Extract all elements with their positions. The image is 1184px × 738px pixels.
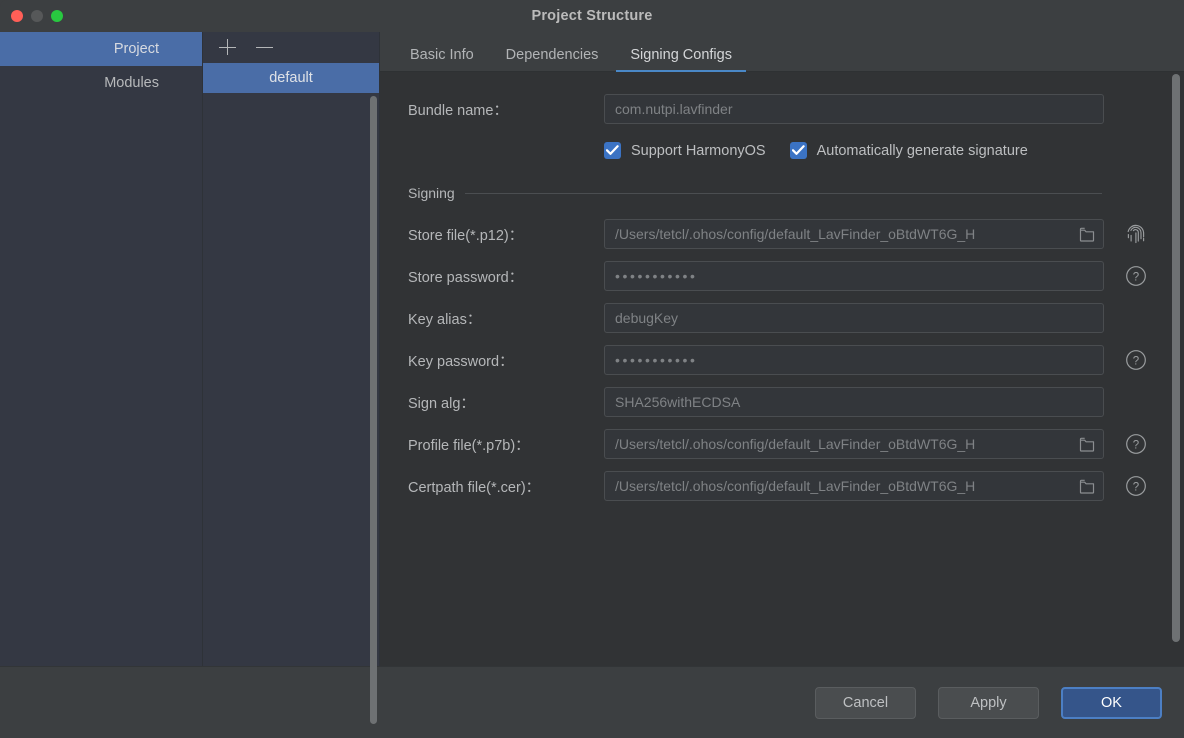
sign-alg-row: Sign alg： SHA256withECDSA [380, 387, 1184, 417]
minimize-button[interactable] [31, 10, 43, 22]
help-icon[interactable]: ? [1125, 349, 1147, 371]
certpath-file-value: /Users/tetcl/.ohos/config/default_LavFin… [615, 478, 1075, 494]
certpath-file-label: Certpath file(*.cer)： [408, 476, 604, 497]
store-file-value: /Users/tetcl/.ohos/config/default_LavFin… [615, 226, 1075, 242]
store-password-input[interactable]: ••••••••••• [604, 261, 1104, 291]
bundle-name-label: Bundle name： [408, 99, 604, 120]
bundle-name-input[interactable]: com.nutpi.lavfinder [604, 94, 1104, 124]
window-controls [11, 10, 63, 22]
key-alias-label: Key alias： [408, 308, 604, 329]
sidebar-item-label: Project [114, 41, 159, 57]
help-icon[interactable]: ? [1125, 475, 1147, 497]
key-password-value: ••••••••••• [615, 352, 698, 368]
key-password-row: Key password： ••••••••••• ? [380, 345, 1184, 375]
list-item[interactable]: default [203, 63, 379, 93]
apply-button[interactable]: Apply [938, 687, 1039, 719]
sidebar-item-project[interactable]: Project [0, 32, 202, 66]
sign-alg-label: Sign alg： [408, 392, 604, 413]
config-list-scrollbar[interactable] [370, 96, 377, 724]
store-file-label: Store file(*.p12)： [408, 224, 604, 245]
profile-file-label: Profile file(*.p7b)： [408, 434, 604, 455]
key-password-label: Key password： [408, 350, 604, 371]
sign-alg-value: SHA256withECDSA [615, 394, 1095, 410]
checkmark-icon [604, 142, 621, 159]
checkbox-label: Support HarmonyOS [631, 143, 766, 159]
tab-bar: Basic Info Dependencies Signing Configs [380, 32, 1184, 72]
dialog-body: Project Modules default Basic [0, 32, 1184, 666]
tab-signing-configs[interactable]: Signing Configs [614, 48, 748, 72]
config-name: default [269, 70, 313, 86]
store-password-label: Store password： [408, 266, 604, 287]
cancel-label: Cancel [843, 695, 888, 711]
certpath-file-row: Certpath file(*.cer)： /Users/tetcl/.ohos… [380, 471, 1184, 501]
ok-label: OK [1101, 695, 1122, 711]
apply-label: Apply [970, 695, 1006, 711]
fingerprint-icon[interactable] [1125, 222, 1147, 246]
svg-text:?: ? [1133, 355, 1139, 367]
store-password-value: ••••••••••• [615, 268, 698, 284]
svg-text:?: ? [1133, 481, 1139, 493]
profile-file-input[interactable]: /Users/tetcl/.ohos/config/default_LavFin… [604, 429, 1104, 459]
folder-icon[interactable] [1079, 479, 1095, 494]
project-structure-dialog: Project Structure Project Modules defaul… [0, 0, 1184, 738]
config-list: default [203, 63, 379, 666]
sidebar-item-label: Modules [104, 75, 159, 91]
store-file-input[interactable]: /Users/tetcl/.ohos/config/default_LavFin… [604, 219, 1104, 249]
folder-icon[interactable] [1079, 437, 1095, 452]
signing-group-title: Signing [408, 185, 455, 201]
add-config-button[interactable] [219, 39, 237, 57]
group-divider [465, 193, 1102, 194]
key-password-input[interactable]: ••••••••••• [604, 345, 1104, 375]
bundle-name-row: Bundle name： com.nutpi.lavfinder [380, 94, 1184, 124]
support-harmonyos-checkbox[interactable]: Support HarmonyOS [604, 142, 766, 159]
certpath-file-input[interactable]: /Users/tetcl/.ohos/config/default_LavFin… [604, 471, 1104, 501]
tab-label: Dependencies [506, 47, 599, 63]
key-alias-row: Key alias： debugKey [380, 303, 1184, 333]
window-title: Project Structure [0, 8, 1184, 24]
svg-text:?: ? [1133, 439, 1139, 451]
tab-label: Basic Info [410, 47, 474, 63]
folder-icon[interactable] [1079, 227, 1095, 242]
store-file-row: Store file(*.p12)： /Users/tetcl/.ohos/co… [380, 219, 1184, 249]
sidebar-item-modules[interactable]: Modules [0, 66, 202, 100]
store-password-trailing: ? [1104, 265, 1168, 287]
signing-config-list-panel: default [203, 32, 380, 666]
config-list-toolbar [203, 32, 379, 63]
tab-label: Signing Configs [630, 47, 732, 63]
profile-file-value: /Users/tetcl/.ohos/config/default_LavFin… [615, 436, 1075, 452]
key-alias-value: debugKey [615, 310, 1095, 326]
key-password-trailing: ? [1104, 349, 1168, 371]
auto-generate-signature-checkbox[interactable]: Automatically generate signature [790, 142, 1028, 159]
checkmark-icon [790, 142, 807, 159]
close-button[interactable] [11, 10, 23, 22]
sign-alg-input[interactable]: SHA256withECDSA [604, 387, 1104, 417]
help-icon[interactable]: ? [1125, 433, 1147, 455]
store-file-trailing [1104, 222, 1168, 246]
profile-file-trailing: ? [1104, 433, 1168, 455]
tab-dependencies[interactable]: Dependencies [490, 48, 615, 72]
store-password-row: Store password： ••••••••••• ? [380, 261, 1184, 291]
key-alias-input[interactable]: debugKey [604, 303, 1104, 333]
signing-configs-form: Bundle name： com.nutpi.lavfinder Support… [380, 72, 1184, 666]
content-panel: Basic Info Dependencies Signing Configs … [380, 32, 1184, 666]
tab-basic-info[interactable]: Basic Info [394, 48, 490, 72]
ok-button[interactable]: OK [1061, 687, 1162, 719]
remove-config-button[interactable] [256, 39, 274, 57]
cancel-button[interactable]: Cancel [815, 687, 916, 719]
maximize-button[interactable] [51, 10, 63, 22]
checkbox-row: Support HarmonyOS Automatically generate… [380, 142, 1184, 159]
form-scrollbar[interactable] [1172, 74, 1180, 642]
certpath-file-trailing: ? [1104, 475, 1168, 497]
sidebar: Project Modules [0, 32, 203, 666]
bundle-name-value: com.nutpi.lavfinder [615, 101, 1095, 117]
dialog-footer: Cancel Apply OK [0, 666, 1184, 738]
checkbox-label: Automatically generate signature [817, 143, 1028, 159]
signing-group-header: Signing [380, 185, 1184, 201]
profile-file-row: Profile file(*.p7b)： /Users/tetcl/.ohos/… [380, 429, 1184, 459]
svg-text:?: ? [1133, 271, 1139, 283]
title-bar: Project Structure [0, 0, 1184, 32]
help-icon[interactable]: ? [1125, 265, 1147, 287]
